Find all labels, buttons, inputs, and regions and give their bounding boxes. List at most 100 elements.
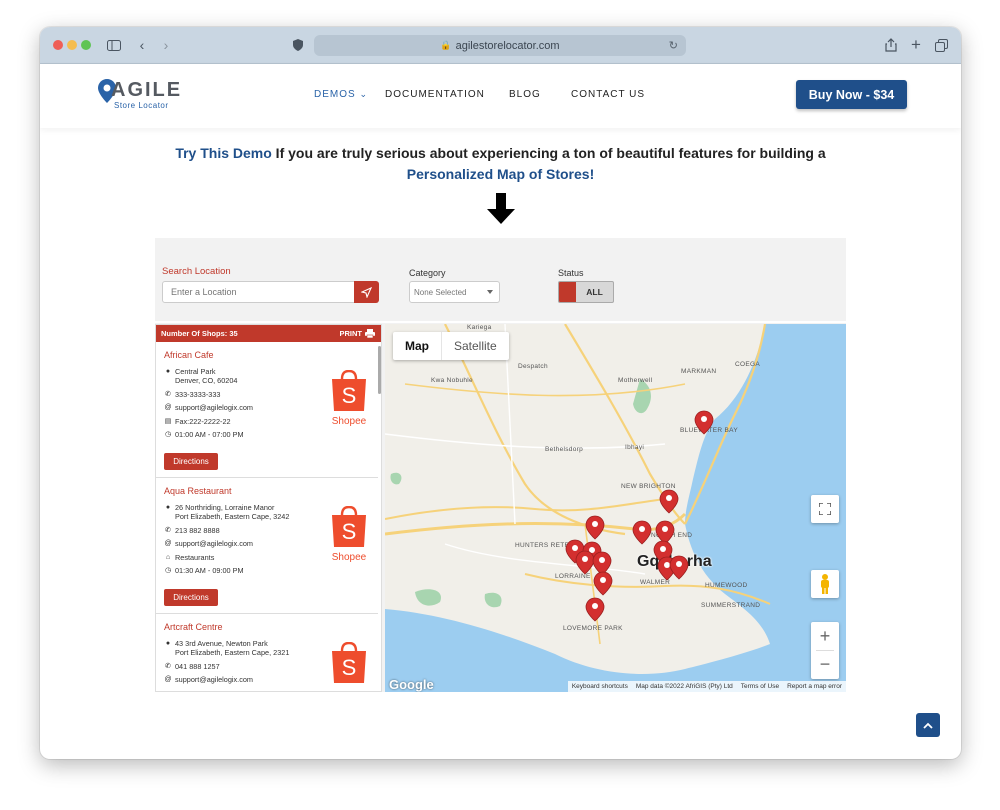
address-bar[interactable]: 🔒 agilestorelocator.com ↻ bbox=[314, 35, 686, 56]
store-email: @ support@agilelogix.com bbox=[164, 675, 253, 684]
place-label: Bethelsdorp bbox=[545, 446, 583, 453]
report-error-link[interactable]: Report a map error bbox=[787, 683, 842, 690]
list-scrollbar[interactable] bbox=[378, 346, 381, 394]
map-data-text: Map data ©2022 AfriGIS (Pty) Ltd bbox=[635, 683, 733, 690]
place-label: Despatch bbox=[518, 363, 548, 370]
scroll-to-top-button[interactable] bbox=[916, 713, 940, 737]
browser-window: ‹ › 🔒 agilestorelocator.com ↻ + AGILE St… bbox=[40, 27, 961, 759]
list-item[interactable]: Aqua Restaurant ● 26 Northriding, Lorrain… bbox=[156, 478, 378, 614]
locate-button[interactable] bbox=[354, 281, 379, 303]
store-logo-text: Shopee bbox=[331, 552, 367, 563]
shopee-bag-icon: S bbox=[332, 370, 366, 411]
terms-link[interactable]: Terms of Use bbox=[741, 683, 779, 690]
store-logo-text: Shopee bbox=[331, 416, 367, 427]
site-header: AGILE Store Locator DEMOS ⌄ DOCUMENTATIO… bbox=[40, 64, 961, 128]
place-label: NORTH END bbox=[651, 532, 693, 539]
directions-button[interactable]: Directions bbox=[164, 589, 218, 606]
try-demo-link[interactable]: Try This Demo bbox=[175, 145, 271, 161]
intro-text: Try This Demo If you are truly serious a… bbox=[175, 145, 826, 182]
sidebar-icon[interactable] bbox=[106, 36, 122, 54]
map-marker-icon: ● bbox=[165, 504, 171, 511]
nav-demos[interactable]: DEMOS ⌄ bbox=[314, 89, 368, 100]
status-toggle[interactable]: ALL bbox=[558, 281, 614, 303]
maximize-window-button[interactable] bbox=[81, 40, 91, 50]
map-type-map-button[interactable]: Map bbox=[393, 332, 441, 360]
store-phone: ✆ 333-3333-333 bbox=[165, 390, 221, 399]
back-icon[interactable]: ‹ bbox=[136, 36, 148, 54]
green-area bbox=[390, 472, 402, 485]
place-label: SUMMERSTRAND bbox=[701, 602, 761, 609]
store-name[interactable]: African Cafe bbox=[164, 350, 214, 360]
phone-icon: ✆ bbox=[165, 527, 171, 534]
browser-toolbar: ‹ › 🔒 agilestorelocator.com ↻ + bbox=[40, 27, 961, 64]
fax-icon: ▤ bbox=[164, 418, 172, 425]
store-hours: ◷ 01:30 AM - 09:00 PM bbox=[164, 566, 244, 575]
directions-button[interactable]: Directions bbox=[164, 453, 218, 470]
store-fax: ▤ Fax:222-2222-22 bbox=[164, 417, 231, 426]
list-item[interactable]: African Cafe ● Central Park Denver, CO, 60… bbox=[156, 342, 378, 478]
store-address: ● 26 Northriding, Lorraine Manor Port Eliz… bbox=[165, 503, 290, 521]
store-phone: ✆ 213 882 8888 bbox=[165, 526, 220, 535]
zoom-out-button[interactable]: − bbox=[811, 650, 839, 678]
store-email: @ support@agilelogix.com bbox=[164, 403, 253, 412]
road bbox=[385, 433, 666, 449]
zoom-in-button[interactable]: + bbox=[811, 622, 839, 650]
clock-icon: ◷ bbox=[164, 567, 172, 574]
minimize-window-button[interactable] bbox=[67, 40, 77, 50]
lock-icon: 🔒 bbox=[440, 40, 452, 50]
nav-blog[interactable]: BLOG bbox=[509, 89, 541, 100]
divider bbox=[816, 650, 834, 651]
svg-text:S: S bbox=[342, 519, 357, 544]
store-name[interactable]: Artcraft Centre bbox=[164, 622, 223, 632]
store-name[interactable]: Aqua Restaurant bbox=[164, 486, 232, 496]
close-window-button[interactable] bbox=[53, 40, 63, 50]
chevron-down-icon: ⌄ bbox=[359, 89, 368, 99]
at-icon: @ bbox=[164, 676, 172, 683]
map-marker-icon: ● bbox=[165, 640, 171, 647]
svg-text:S: S bbox=[342, 655, 357, 680]
store-count: Number Of Shops: 35 bbox=[161, 329, 238, 338]
highway bbox=[385, 512, 687, 536]
forward-icon[interactable]: › bbox=[160, 36, 172, 54]
map-type-satellite-button[interactable]: Satellite bbox=[441, 332, 509, 360]
street-view-button[interactable] bbox=[811, 570, 839, 598]
green-area bbox=[484, 592, 502, 608]
site-logo[interactable]: AGILE Store Locator bbox=[98, 79, 180, 113]
store-map[interactable]: Kariega Despatch Kwa Nobuhle Motherwell … bbox=[385, 324, 846, 692]
share-icon[interactable] bbox=[883, 36, 899, 54]
store-category: ⌂ Restaurants bbox=[165, 553, 215, 562]
nav-documentation[interactable]: DOCUMENTATION bbox=[385, 89, 485, 100]
tag-icon: ⌂ bbox=[165, 554, 171, 561]
at-icon: @ bbox=[164, 404, 172, 411]
fullscreen-icon bbox=[819, 503, 831, 515]
fullscreen-button[interactable] bbox=[811, 495, 839, 523]
store-list: Number Of Shops: 35 PRINT African Cafe ●… bbox=[155, 324, 382, 692]
place-label: Motherwell bbox=[618, 377, 653, 384]
shopee-bag-icon: S bbox=[332, 506, 366, 547]
highway bbox=[385, 498, 666, 520]
logo-subtitle: Store Locator bbox=[114, 101, 169, 110]
new-tab-icon[interactable]: + bbox=[908, 35, 924, 54]
at-icon: @ bbox=[164, 540, 172, 547]
print-button[interactable]: PRINT bbox=[340, 329, 375, 338]
toggle-knob bbox=[559, 282, 576, 302]
tabs-overview-icon[interactable] bbox=[933, 36, 949, 54]
buy-now-button[interactable]: Buy Now - $34 bbox=[796, 80, 907, 109]
place-label: Kariega bbox=[467, 324, 492, 331]
keyboard-shortcuts-link[interactable]: Keyboard shortcuts bbox=[572, 683, 628, 690]
category-select[interactable]: None Selected bbox=[409, 281, 500, 303]
google-logo: Google bbox=[389, 677, 434, 692]
shield-icon[interactable] bbox=[291, 36, 305, 54]
search-location-label: Search Location bbox=[162, 266, 231, 277]
place-label: Kwa Nobuhle bbox=[431, 377, 473, 384]
pegman-icon bbox=[821, 574, 829, 594]
nav-contact-us[interactable]: CONTACT US bbox=[571, 89, 645, 100]
place-label: BLUEWATER BAY bbox=[680, 427, 738, 434]
arrow-down-icon bbox=[487, 193, 515, 224]
category-label: Category bbox=[409, 268, 446, 278]
search-location-input[interactable] bbox=[162, 281, 355, 303]
list-item[interactable]: Artcraft Centre ● 43 3rd Avenue, Newton P… bbox=[156, 614, 378, 691]
personalized-map-link[interactable]: Personalized Map of Stores! bbox=[407, 166, 594, 182]
phone-icon: ✆ bbox=[165, 663, 171, 670]
reload-icon[interactable]: ↻ bbox=[669, 39, 678, 52]
